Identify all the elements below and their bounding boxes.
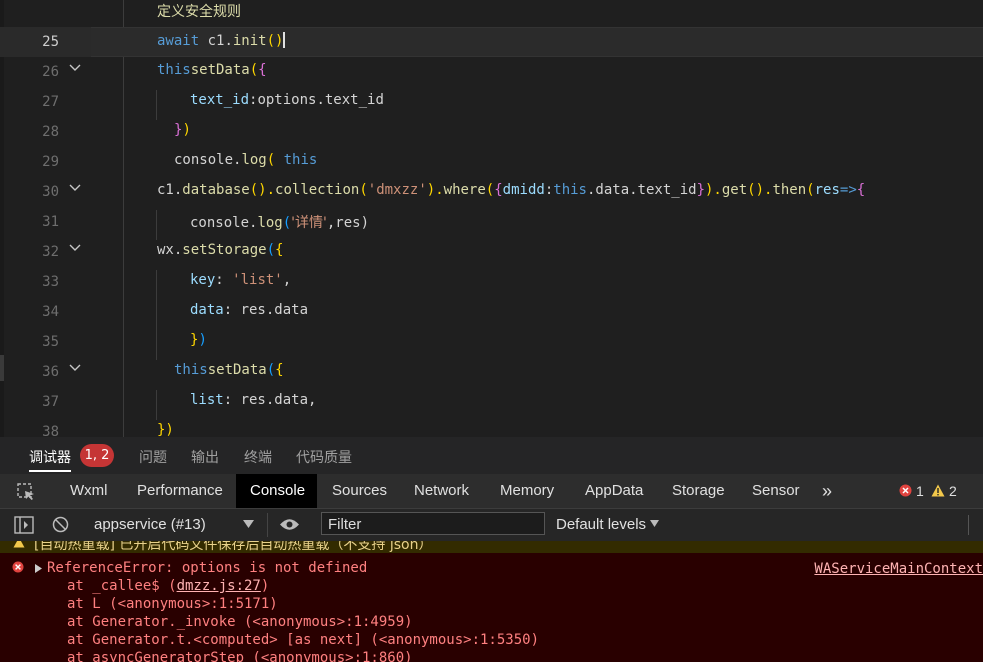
line-number: 31 bbox=[42, 214, 59, 230]
line-number: 25 bbox=[42, 34, 59, 50]
problem-count-badge: 1, 2 bbox=[80, 444, 114, 467]
code-line-31[interactable]: 31 console.log('详情',res) bbox=[0, 207, 983, 237]
code-line-27[interactable]: 27 text_id:options.text_id bbox=[0, 87, 983, 117]
code-text: thissetData({ bbox=[174, 362, 284, 378]
line-number: 37 bbox=[42, 394, 59, 410]
log-levels-dropdown[interactable]: Default levels bbox=[556, 516, 646, 533]
console-warning-row: [自动热重载] 已开启代码文件保存后自动热重载（不支持 json） bbox=[0, 541, 983, 553]
code-text: wx.setStorage({ bbox=[157, 242, 284, 258]
line-number: 26 bbox=[42, 64, 59, 80]
warning-icon[interactable] bbox=[931, 484, 945, 497]
source-link[interactable]: dmzz.js:27 bbox=[177, 578, 261, 594]
code-line-34[interactable]: 34 data: res.data bbox=[0, 297, 983, 327]
code-line-33[interactable]: 33 key: 'list', bbox=[0, 267, 983, 297]
code-text: list: res.data, bbox=[190, 392, 317, 408]
line-number: 35 bbox=[42, 334, 59, 350]
tab-sensor[interactable]: Sensor bbox=[738, 474, 814, 508]
warning-count[interactable]: 2 bbox=[949, 483, 957, 499]
fold-chevron-icon[interactable] bbox=[67, 60, 83, 76]
code-text: c1.database().collection('dmxzz').where(… bbox=[157, 182, 866, 198]
line-number: 30 bbox=[42, 184, 59, 200]
tab-storage[interactable]: Storage bbox=[658, 474, 739, 508]
devtools-tab-bar: Wxml Performance Console Sources Network… bbox=[0, 474, 983, 509]
error-message: ReferenceError: options is not defined bbox=[47, 560, 368, 576]
console-output[interactable]: [自动热重载] 已开启代码文件保存后自动热重载（不支持 json） Refere… bbox=[0, 541, 983, 662]
line-number: 27 bbox=[42, 94, 59, 110]
stack-frame: at Generator.t.<computed> [as next] (<an… bbox=[67, 632, 540, 648]
sidebar-toggle-icon[interactable] bbox=[14, 516, 34, 534]
tab-sources[interactable]: Sources bbox=[318, 474, 401, 508]
code-line-32[interactable]: 32 wx.setStorage({ bbox=[0, 237, 983, 267]
stack-frame: at L (<anonymous>:1:5171) bbox=[67, 596, 278, 612]
code-text: console.log('详情',res) bbox=[190, 215, 370, 231]
code-text: console.log( this bbox=[174, 152, 318, 168]
code-text: }) bbox=[174, 122, 191, 138]
fold-chevron-icon[interactable] bbox=[67, 180, 83, 196]
more-tabs-button[interactable]: » bbox=[808, 474, 846, 508]
warning-message: [自动热重载] 已开启代码文件保存后自动热重载（不支持 json） bbox=[34, 541, 433, 553]
console-toolbar: appservice (#13) Filter Default levels bbox=[0, 509, 983, 541]
code-text: }) bbox=[190, 332, 207, 348]
tab-appdata[interactable]: AppData bbox=[571, 474, 657, 508]
code-line-36[interactable]: 36 thissetData({ bbox=[0, 357, 983, 387]
inspect-element-icon[interactable] bbox=[16, 482, 36, 502]
line-number: 36 bbox=[42, 364, 59, 380]
error-count[interactable]: 1 bbox=[916, 483, 924, 499]
code-line-28[interactable]: 28 }) bbox=[0, 117, 983, 147]
line-number: 34 bbox=[42, 304, 59, 320]
code-line-30[interactable]: 30 c1.database().collection('dmxzz').whe… bbox=[0, 177, 983, 207]
line-number: 29 bbox=[42, 154, 59, 170]
tab-performance[interactable]: Performance bbox=[123, 474, 237, 508]
code-line-29[interactable]: 29 console.log( this bbox=[0, 147, 983, 177]
error-icon bbox=[12, 561, 24, 573]
tab-memory[interactable]: Memory bbox=[486, 474, 568, 508]
chevron-down-icon[interactable] bbox=[650, 520, 659, 528]
error-icon[interactable] bbox=[899, 484, 912, 497]
code-line-comment: 定义安全规则 bbox=[0, 0, 983, 26]
line-number: 38 bbox=[42, 424, 59, 437]
code-line-38[interactable]: 38 }) bbox=[0, 417, 983, 437]
code-line-26[interactable]: 26 thissetData({ bbox=[0, 57, 983, 87]
fold-chevron-icon[interactable] bbox=[67, 240, 83, 256]
tab-code-quality[interactable]: 代码质量 bbox=[296, 447, 352, 467]
tab-network[interactable]: Network bbox=[400, 474, 483, 508]
context-selector[interactable]: appservice (#13) bbox=[94, 516, 206, 533]
code-text: await c1.init() bbox=[157, 32, 286, 49]
error-context-link[interactable]: WAServiceMainContext bbox=[814, 561, 983, 577]
tab-debugger[interactable]: 调试器 bbox=[29, 447, 71, 467]
code-comment: 定义安全规则 bbox=[157, 4, 241, 20]
expand-triangle-icon[interactable] bbox=[35, 564, 43, 573]
stack-frame: at Generator._invoke (<anonymous>:1:4959… bbox=[67, 614, 413, 630]
tab-terminal[interactable]: 终端 bbox=[244, 447, 272, 467]
fold-chevron-icon[interactable] bbox=[67, 360, 83, 376]
dropdown-arrow-icon[interactable] bbox=[243, 520, 254, 529]
tab-output[interactable]: 输出 bbox=[191, 447, 219, 467]
stack-frame: at asyncGeneratorStep (<anonymous>:1:860… bbox=[67, 650, 413, 662]
line-number: 33 bbox=[42, 274, 59, 290]
code-text: text_id:options.text_id bbox=[190, 92, 384, 108]
tab-problems[interactable]: 问题 bbox=[139, 447, 167, 467]
line-number: 32 bbox=[42, 244, 59, 260]
tab-console[interactable]: Console bbox=[236, 474, 317, 508]
code-line-25[interactable]: 25 await c1.init() bbox=[0, 27, 983, 57]
code-text: thissetData({ bbox=[157, 62, 267, 78]
eye-icon[interactable] bbox=[279, 517, 300, 532]
code-editor[interactable]: 定义安全规则 25 await c1.init() 26 thissetData… bbox=[0, 0, 983, 437]
code-text: key: 'list', bbox=[190, 272, 292, 288]
tab-wxml[interactable]: Wxml bbox=[56, 474, 122, 508]
code-text: }) bbox=[157, 422, 174, 437]
line-number: 28 bbox=[42, 124, 59, 140]
clear-console-icon[interactable] bbox=[52, 516, 69, 533]
filter-input[interactable]: Filter bbox=[321, 512, 545, 535]
stack-frame: at _callee$ (dmzz.js:27) bbox=[67, 578, 270, 594]
code-text: data: res.data bbox=[190, 302, 309, 318]
active-tab-indicator bbox=[29, 470, 71, 472]
warning-icon bbox=[13, 541, 25, 548]
code-line-37[interactable]: 37 list: res.data, bbox=[0, 387, 983, 417]
text-cursor bbox=[283, 32, 286, 48]
panel-tab-bar: 调试器 问题 输出 终端 代码质量 bbox=[0, 437, 983, 474]
code-line-35[interactable]: 35 }) bbox=[0, 327, 983, 357]
